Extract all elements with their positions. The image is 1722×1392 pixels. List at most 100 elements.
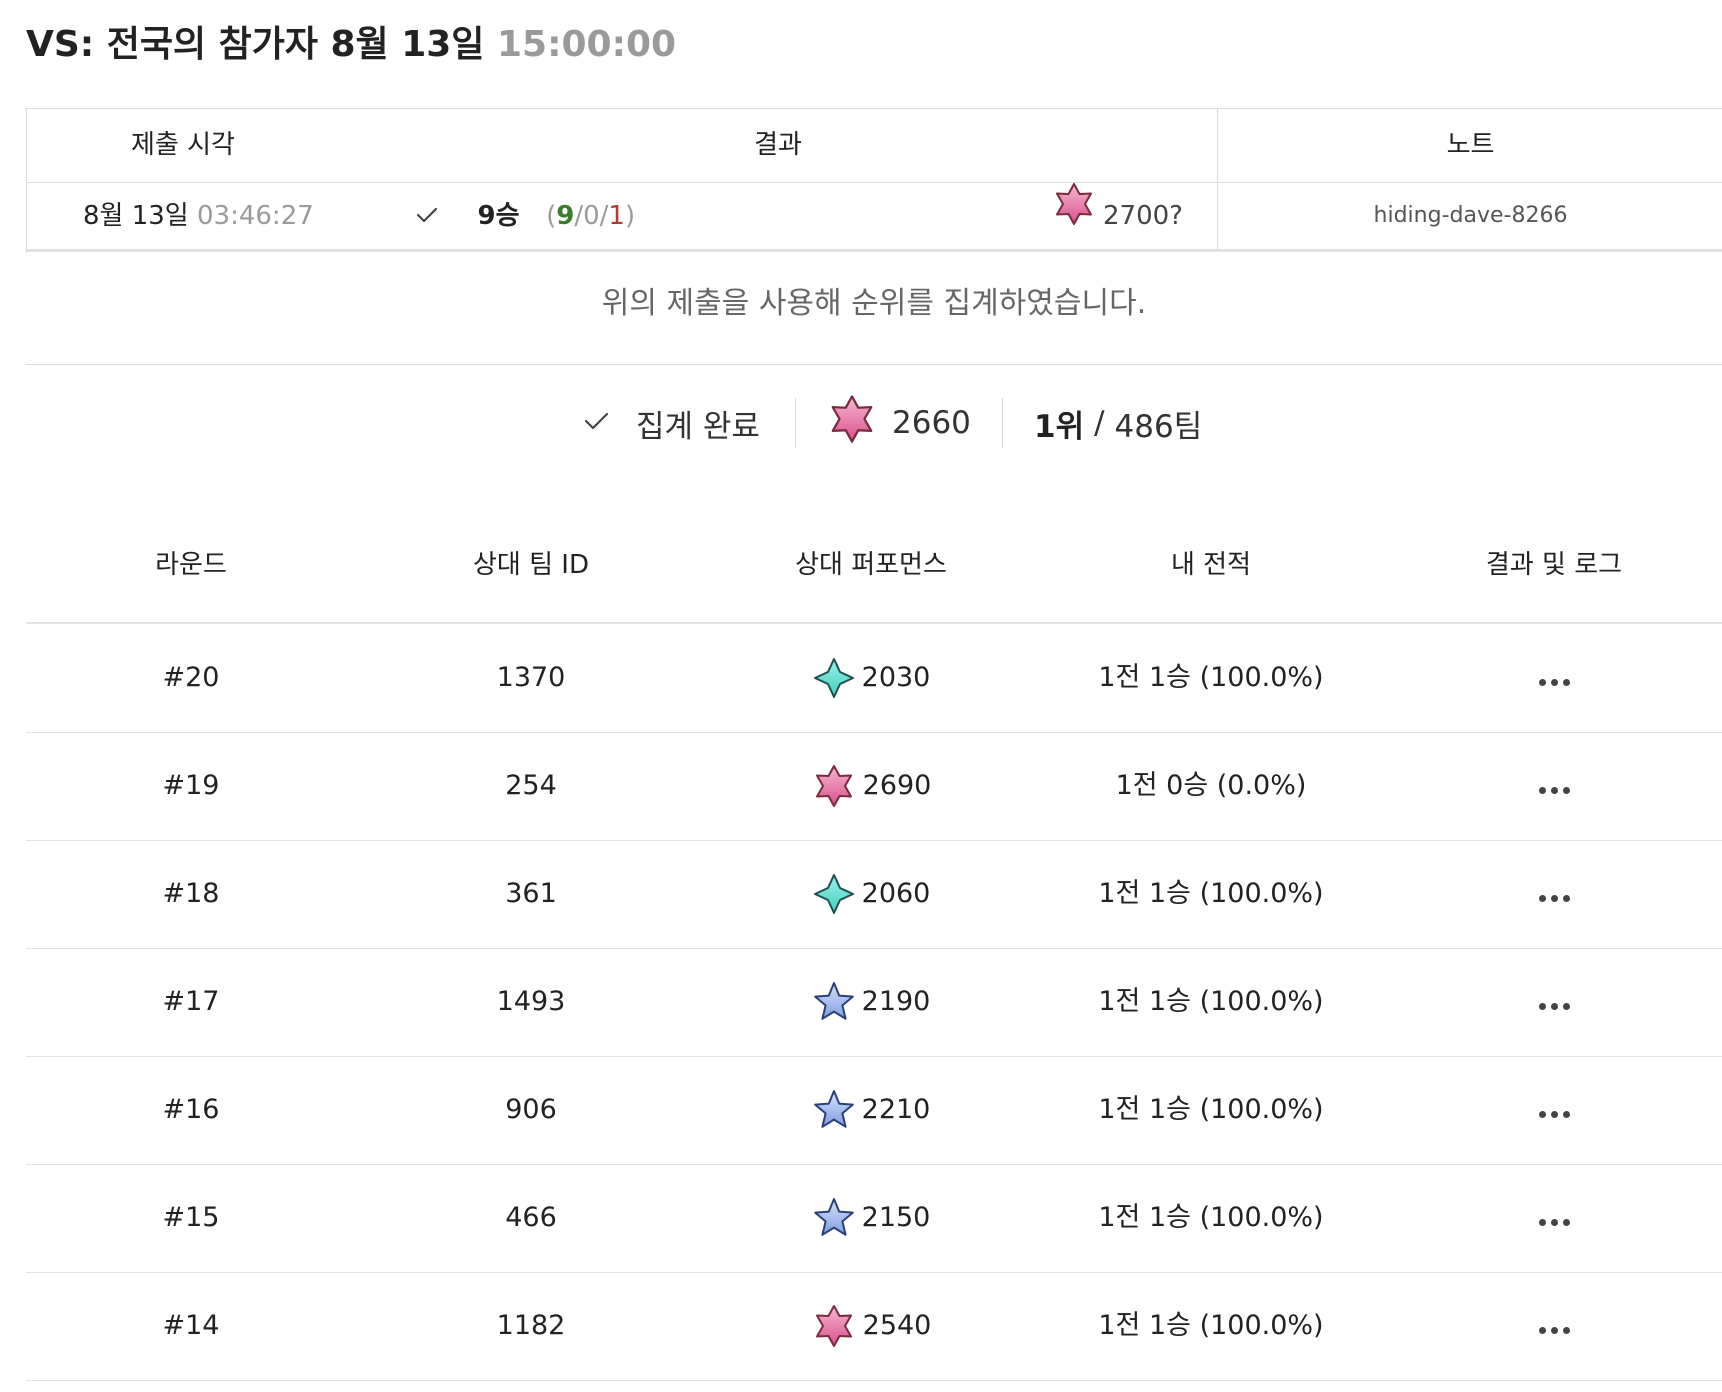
more-options-icon[interactable] bbox=[1538, 1111, 1570, 1118]
opponent-performance-value: 2540 bbox=[862, 1310, 932, 1341]
table-row: #17 1493 2190 1전 1승 (100.0%) bbox=[26, 948, 1722, 1057]
opponent-team-id: 1370 bbox=[496, 662, 566, 693]
my-record: 1전 0승 (0.0%) bbox=[1115, 770, 1307, 801]
result-log-cell bbox=[1386, 624, 1722, 732]
result-log-cell bbox=[1386, 1272, 1722, 1380]
column-header-result: 결과 bbox=[754, 130, 802, 160]
round-number: #20 bbox=[162, 662, 220, 693]
my-record: 1전 1승 (100.0%) bbox=[1098, 986, 1324, 1017]
more-options-icon[interactable] bbox=[1538, 1219, 1570, 1226]
column-header-result-log: 결과 및 로그 bbox=[1485, 550, 1623, 580]
summary-rating: 2660 bbox=[826, 395, 971, 448]
opponent-performance: 2540 bbox=[706, 1272, 1036, 1380]
table-row: #20 1370 2030 1전 1승 (100.0%) bbox=[26, 624, 1722, 733]
page: VS: 전국의 참가자 8월 13일 15:00:00 제출 시각 결과 노트 … bbox=[26, 0, 1722, 1392]
opponent-performance: 2150 bbox=[706, 1164, 1036, 1272]
opponent-team-id: 906 bbox=[505, 1094, 557, 1125]
opponent-team-id: 361 bbox=[505, 878, 557, 909]
submission-rating: 2700? bbox=[1051, 181, 1183, 252]
opponent-team-id: 466 bbox=[505, 1202, 557, 1233]
opponent-performance: 2030 bbox=[706, 624, 1036, 732]
slash: / bbox=[574, 201, 584, 231]
opponent-performance: 2210 bbox=[706, 1056, 1036, 1164]
title-time: 15:00:00 bbox=[496, 24, 677, 65]
submission-table: 제출 시각 결과 노트 8월 13일 03:46:27 9승 (9/0/1) 2… bbox=[26, 108, 1722, 253]
submission-table-header: 제출 시각 결과 노트 bbox=[27, 109, 1722, 183]
blue-five-point-star-icon bbox=[812, 980, 862, 1024]
round-number: #16 bbox=[162, 1094, 220, 1125]
my-record: 1전 1승 (100.0%) bbox=[1098, 1094, 1324, 1125]
result-log-cell bbox=[1386, 1164, 1722, 1272]
opponent-performance-value: 2030 bbox=[861, 662, 931, 693]
draws-count: 0 bbox=[583, 201, 600, 231]
opponent-team-id: 254 bbox=[505, 770, 557, 801]
result-log-cell bbox=[1386, 948, 1722, 1056]
opponent-performance: 2690 bbox=[706, 732, 1036, 840]
pink-hexagram-icon bbox=[1051, 181, 1103, 252]
round-number: #19 bbox=[162, 770, 220, 801]
column-header-note: 노트 bbox=[1446, 130, 1495, 160]
wins-count: 9 bbox=[556, 201, 575, 231]
column-header-submit-time: 제출 시각 bbox=[131, 130, 235, 160]
column-header-opponent-team: 상대 팀 ID bbox=[473, 550, 589, 580]
my-record: 1전 1승 (100.0%) bbox=[1098, 662, 1324, 693]
more-options-icon[interactable] bbox=[1538, 1003, 1570, 1010]
submission-result: 9승 (9/0/1) bbox=[415, 183, 635, 249]
submission-note: hiding-dave-8266 bbox=[1373, 203, 1568, 228]
blue-five-point-star-icon bbox=[812, 1196, 862, 1240]
close-paren: ) bbox=[624, 201, 636, 231]
my-record: 1전 1승 (100.0%) bbox=[1098, 1310, 1324, 1341]
blue-five-point-star-icon bbox=[812, 1088, 862, 1132]
table-row: #18 361 2060 1전 1승 (100.0%) bbox=[26, 840, 1722, 949]
teal-four-point-star-icon bbox=[812, 872, 862, 916]
more-options-icon[interactable] bbox=[1538, 679, 1570, 686]
table-row: #19 254 2690 1전 0승 (0.0%) bbox=[26, 732, 1722, 841]
pink-hexagram-icon bbox=[826, 393, 878, 453]
rating-value: 2700? bbox=[1103, 201, 1183, 231]
opponent-performance: 2060 bbox=[706, 840, 1036, 948]
page-title: VS: 전국의 참가자 8월 13일 15:00:00 bbox=[26, 20, 676, 70]
more-options-icon[interactable] bbox=[1538, 1327, 1570, 1334]
ranking-summary: 집계 완료 2660 1위 / 486팀 bbox=[26, 395, 1722, 448]
summary-rank-value: 1위 bbox=[1034, 408, 1085, 445]
pink-hexagram-icon bbox=[811, 763, 863, 809]
my-record: 1전 1승 (100.0%) bbox=[1098, 878, 1324, 909]
result-log-cell bbox=[1386, 732, 1722, 840]
opponent-performance-value: 2690 bbox=[862, 770, 932, 801]
opponent-performance-value: 2060 bbox=[861, 878, 931, 909]
rounds-table-header: 라운드 상대 팀 ID 상대 퍼포먼스 내 전적 결과 및 로그 bbox=[26, 530, 1722, 624]
submission-time: 8월 13일 03:46:27 bbox=[83, 183, 314, 249]
result-log-cell bbox=[1386, 840, 1722, 948]
my-record: 1전 1승 (100.0%) bbox=[1098, 1202, 1324, 1233]
column-header-opponent-performance: 상대 퍼포먼스 bbox=[795, 550, 947, 580]
summary-rating-value: 2660 bbox=[892, 405, 971, 441]
opponent-team-id: 1182 bbox=[496, 1310, 566, 1341]
wins-label: 9승 bbox=[477, 201, 520, 231]
summary-rank-sep: / bbox=[1094, 405, 1105, 441]
submission-row[interactable]: 8월 13일 03:46:27 9승 (9/0/1) 2700? hiding-… bbox=[27, 181, 1722, 252]
opponent-performance-value: 2150 bbox=[861, 1202, 931, 1233]
check-icon bbox=[415, 184, 439, 250]
round-number: #14 bbox=[162, 1310, 220, 1341]
divider bbox=[26, 364, 1722, 365]
table-row: #14 1182 2540 1전 1승 (100.0%) bbox=[26, 1272, 1722, 1381]
summary-rank: 1위 / 486팀 bbox=[1034, 398, 1202, 448]
round-number: #15 bbox=[162, 1202, 220, 1233]
opponent-performance-value: 2190 bbox=[861, 986, 931, 1017]
submission-clock: 03:46:27 bbox=[197, 201, 314, 231]
more-options-icon[interactable] bbox=[1538, 787, 1570, 794]
table-row: #15 466 2150 1전 1승 (100.0%) bbox=[26, 1164, 1722, 1273]
column-divider bbox=[1217, 109, 1218, 250]
submission-date: 8월 13일 bbox=[83, 201, 189, 231]
more-options-icon[interactable] bbox=[1538, 895, 1570, 902]
opponent-performance: 2190 bbox=[706, 948, 1036, 1056]
summary-separator bbox=[1002, 398, 1003, 448]
summary-total-teams: 486팀 bbox=[1114, 408, 1203, 445]
opponent-team-id: 1493 bbox=[496, 986, 566, 1017]
summary-separator bbox=[795, 398, 796, 448]
table-row: #16 906 2210 1전 1승 (100.0%) bbox=[26, 1056, 1722, 1165]
summary-status-label: 집계 완료 bbox=[636, 408, 760, 445]
result-log-cell bbox=[1386, 1056, 1722, 1164]
pink-hexagram-icon bbox=[811, 1303, 863, 1349]
column-header-my-record: 내 전적 bbox=[1170, 550, 1252, 580]
